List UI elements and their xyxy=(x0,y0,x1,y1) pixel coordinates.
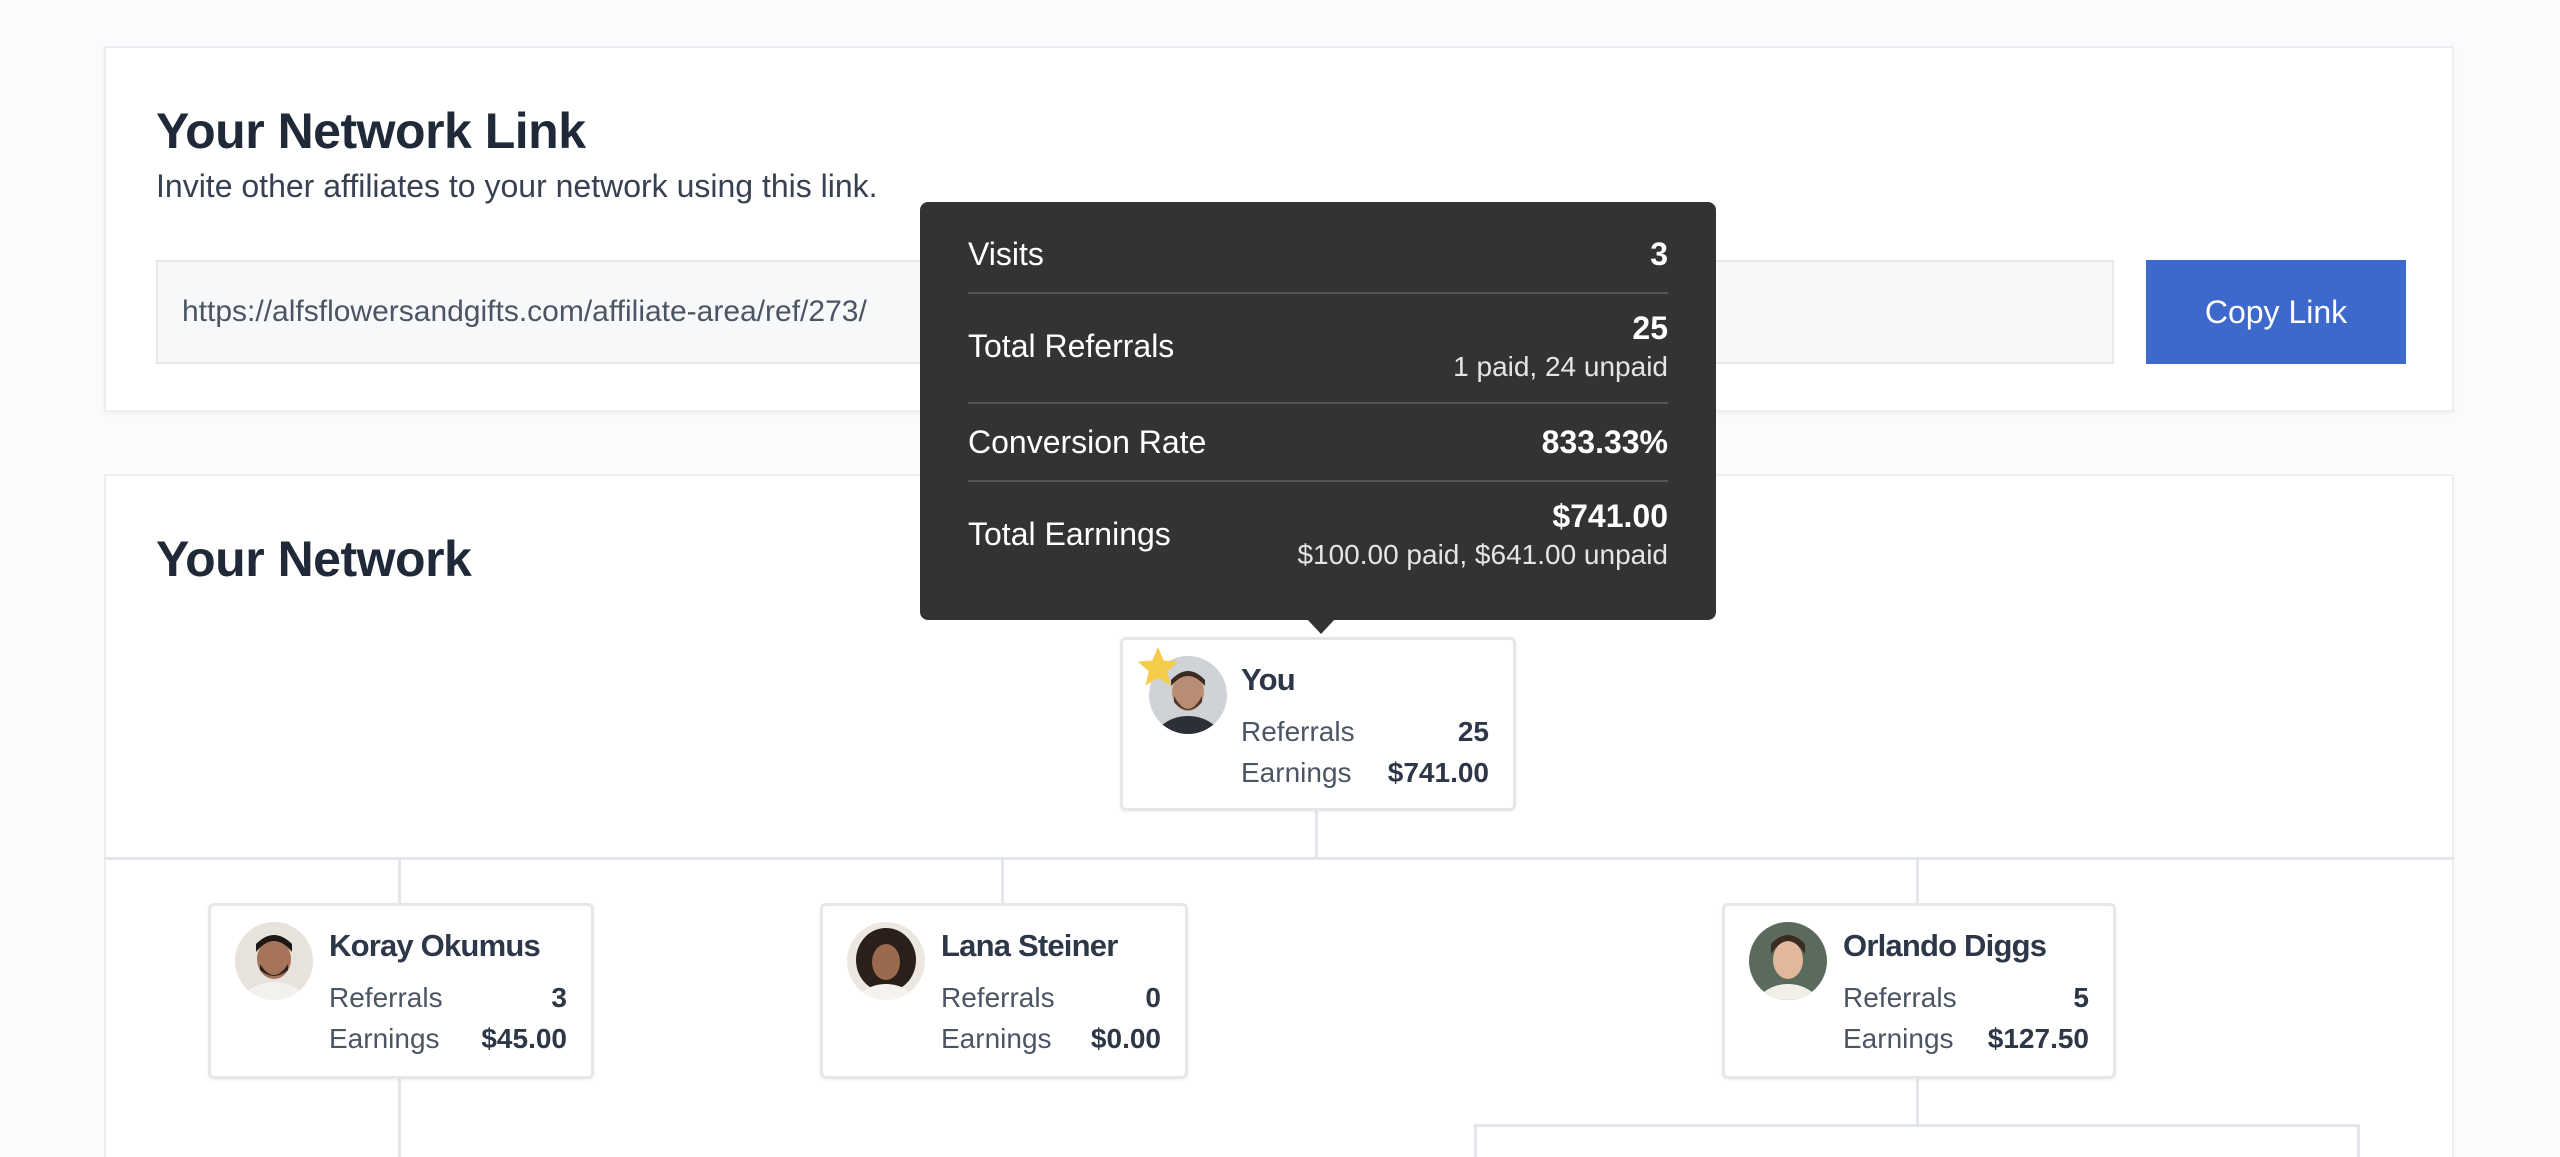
tree-line-child-3-down xyxy=(1916,1077,1919,1125)
tree-line-child-1 xyxy=(398,860,401,904)
tooltip-referrals-label: Total Referrals xyxy=(968,328,1175,364)
tooltip-earnings-value: $741.00 xyxy=(1552,498,1668,534)
node-earnings-label: Earnings xyxy=(329,1023,440,1054)
tree-line-grandchild-left xyxy=(1474,1124,1477,1157)
node-name: Orlando Diggs xyxy=(1843,928,2047,963)
network-title: Your Network xyxy=(156,531,472,587)
tooltip-referrals-value: 25 xyxy=(1632,310,1668,346)
avatar xyxy=(847,922,925,1000)
tree-line-grandchild-right xyxy=(2357,1124,2360,1157)
avatar xyxy=(235,922,313,1000)
tooltip-referrals-row: Total Referrals 25 1 paid, 24 unpaid xyxy=(968,310,1668,383)
node-referrals-row: Referrals 0 xyxy=(941,982,1161,1014)
tooltip-conversion-value: 833.33% xyxy=(1541,424,1668,460)
tree-line-child-3 xyxy=(1916,860,1919,904)
node-earnings-row: Earnings $741.00 xyxy=(1241,757,1489,789)
tree-line-horizontal xyxy=(104,857,2454,860)
tree-line-child-1-down xyxy=(398,1077,401,1157)
network-node-koray-okumus[interactable]: Koray Okumus Referrals 3 Earnings $45.00 xyxy=(208,903,594,1079)
star-icon xyxy=(1137,646,1179,686)
tooltip-earnings-values: $741.00 $100.00 paid, $641.00 unpaid xyxy=(1297,498,1668,571)
copy-link-button[interactable]: Copy Link xyxy=(2146,260,2406,364)
network-node-you[interactable]: You Referrals 25 Earnings $741.00 xyxy=(1120,637,1516,811)
node-earnings-value: $127.50 xyxy=(1987,1023,2089,1054)
node-referrals-value: 0 xyxy=(1145,982,1161,1013)
network-link-description: Invite other affiliates to your network … xyxy=(156,168,878,204)
node-earnings-value: $741.00 xyxy=(1387,757,1489,788)
node-referrals-label: Referrals xyxy=(941,982,1055,1013)
page: Your Network Link Invite other affiliate… xyxy=(0,0,2560,1157)
tooltip-divider xyxy=(968,480,1668,482)
tree-line-grandchild-horizontal xyxy=(1474,1124,2360,1127)
tooltip-divider xyxy=(968,292,1668,294)
tooltip-conversion-row: Conversion Rate 833.33% xyxy=(968,424,1668,461)
tree-line-root-down xyxy=(1315,810,1318,858)
tooltip-conversion-label: Conversion Rate xyxy=(968,424,1207,460)
node-referrals-row: Referrals 3 xyxy=(329,982,567,1014)
tooltip-earnings-detail: $100.00 paid, $641.00 unpaid xyxy=(1297,539,1668,570)
node-referrals-value: 25 xyxy=(1457,716,1489,747)
node-earnings-value: $0.00 xyxy=(1090,1023,1161,1054)
tooltip-visits-label: Visits xyxy=(968,236,1044,272)
tooltip-referrals-detail: 1 paid, 24 unpaid xyxy=(1453,351,1668,382)
node-referrals-label: Referrals xyxy=(1241,716,1355,747)
node-earnings-row: Earnings $45.00 xyxy=(329,1023,567,1055)
node-referrals-value: 3 xyxy=(551,982,567,1013)
node-name: Lana Steiner xyxy=(941,928,1118,963)
avatar xyxy=(1749,922,1827,1000)
network-node-orlando-diggs[interactable]: Orlando Diggs Referrals 5 Earnings $127.… xyxy=(1722,903,2116,1079)
node-earnings-value: $45.00 xyxy=(481,1023,567,1054)
tooltip-visits-row: Visits 3 xyxy=(968,236,1668,273)
node-earnings-label: Earnings xyxy=(941,1023,1052,1054)
tooltip-earnings-row: Total Earnings $741.00 $100.00 paid, $64… xyxy=(968,498,1668,571)
node-name: Koray Okumus xyxy=(329,928,541,963)
tooltip-visits-value: 3 xyxy=(1650,236,1668,272)
node-name: You xyxy=(1241,662,1296,697)
network-node-lana-steiner[interactable]: Lana Steiner Referrals 0 Earnings $0.00 xyxy=(820,903,1188,1079)
node-referrals-value: 5 xyxy=(2073,982,2089,1013)
tooltip-earnings-label: Total Earnings xyxy=(968,516,1171,552)
stats-tooltip: Visits 3 Total Referrals 25 1 paid, 24 u… xyxy=(920,202,1716,620)
network-link-title: Your Network Link xyxy=(156,103,586,159)
tooltip-arrow xyxy=(1306,618,1336,634)
node-earnings-row: Earnings $127.50 xyxy=(1843,1023,2089,1055)
node-earnings-row: Earnings $0.00 xyxy=(941,1023,1161,1055)
tree-line-child-2 xyxy=(1001,860,1004,904)
node-referrals-label: Referrals xyxy=(329,982,443,1013)
node-referrals-row: Referrals 5 xyxy=(1843,982,2089,1014)
node-earnings-label: Earnings xyxy=(1241,757,1352,788)
tooltip-divider xyxy=(968,402,1668,404)
node-earnings-label: Earnings xyxy=(1843,1023,1954,1054)
node-referrals-row: Referrals 25 xyxy=(1241,716,1489,748)
node-referrals-label: Referrals xyxy=(1843,982,1957,1013)
tooltip-referrals-values: 25 1 paid, 24 unpaid xyxy=(1453,310,1668,383)
